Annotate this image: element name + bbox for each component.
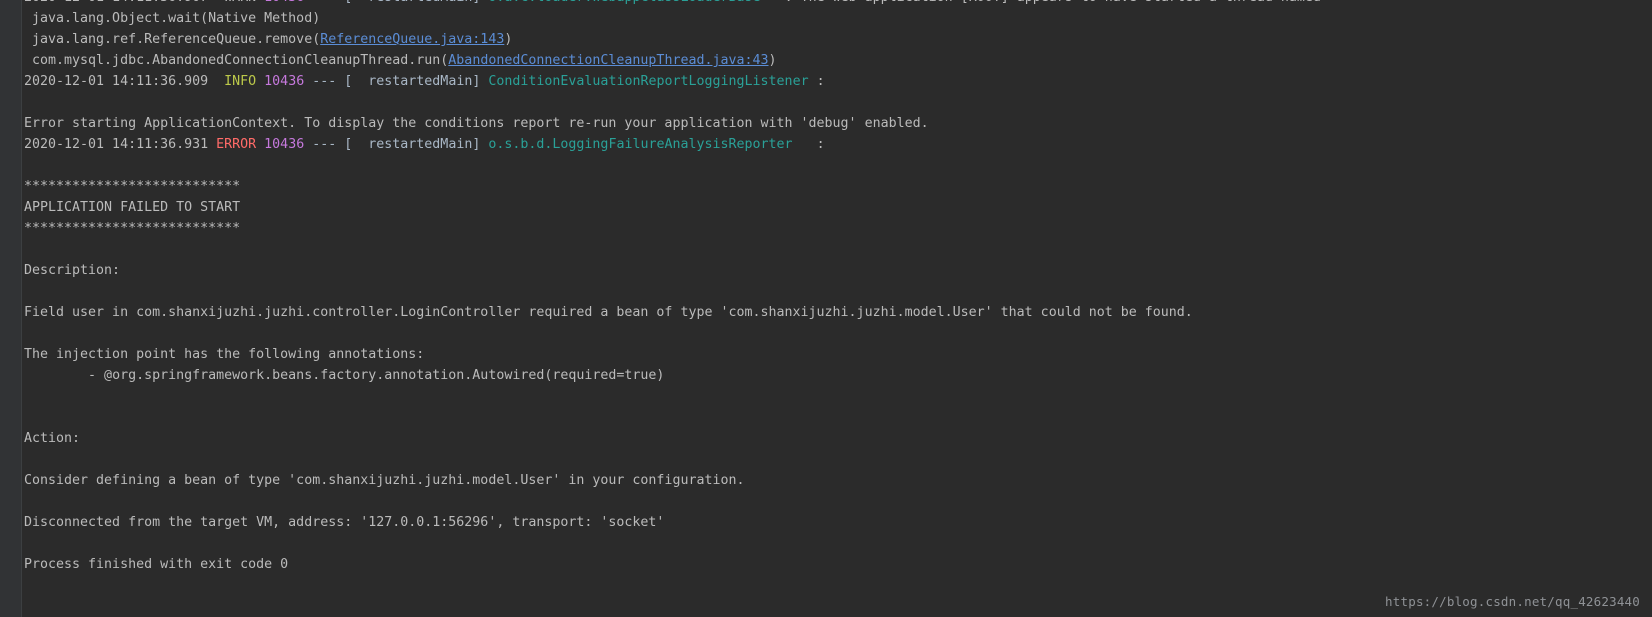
- line-banner-bottom: ***************************: [24, 218, 1652, 239]
- console-token: : The web application [ROOT] appears to …: [761, 0, 1321, 5]
- line-blank-4: [24, 281, 1652, 302]
- console-token: [24, 536, 32, 551]
- console-token: [24, 494, 32, 509]
- line-action-body: Consider defining a bean of type 'com.sh…: [24, 470, 1652, 491]
- console-output-panel[interactable]: 2020-12-01 14:11:36.907 WARN 10436 --- […: [0, 0, 1652, 617]
- watermark-url: https://blog.csdn.net/qq_42623440: [1385, 594, 1640, 609]
- line-banner-top: ***************************: [24, 176, 1652, 197]
- console-token: WARN: [208, 0, 264, 5]
- console-token: ]: [472, 137, 489, 152]
- line-blank-2: [24, 155, 1652, 176]
- console-token: Disconnected from the target VM, address…: [24, 515, 665, 530]
- console-token: [24, 284, 32, 299]
- line-annotation-autowired: - @org.springframework.beans.factory.ann…: [24, 365, 1652, 386]
- console-token: [24, 95, 32, 110]
- console-token: Consider defining a bean of type 'com.sh…: [24, 473, 745, 488]
- line-description-heading: Description:: [24, 260, 1652, 281]
- console-token: Process finished with exit code 0: [24, 557, 289, 572]
- line-blank-8: [24, 449, 1652, 470]
- console-token: --- [: [304, 137, 353, 152]
- console-token: ConditionEvaluationReportLoggingListener: [488, 74, 809, 89]
- console-token: [24, 410, 32, 425]
- console-token: Action:: [24, 431, 81, 446]
- line-blank-6: [24, 386, 1652, 407]
- console-token: 10436: [264, 137, 305, 152]
- line-stack-referencequeue: java.lang.ref.ReferenceQueue.remove(Refe…: [24, 29, 1652, 50]
- console-token: restartedMain: [352, 0, 472, 5]
- line-banner-title: APPLICATION FAILED TO START: [24, 197, 1652, 218]
- console-token: java.lang.Object.wait(Native Method): [24, 11, 321, 26]
- console-token: :: [808, 74, 825, 89]
- console-token: restartedMain: [352, 74, 473, 89]
- line-disconnected: Disconnected from the target VM, address…: [24, 512, 1652, 533]
- line-log-error-failure-analysis: 2020-12-01 14:11:36.931 ERROR 10436 --- …: [24, 134, 1652, 155]
- console-token: ***************************: [24, 221, 241, 236]
- console-token: Error starting ApplicationContext. To di…: [24, 116, 929, 131]
- console-token: --- [: [304, 0, 352, 5]
- line-blank-10: [24, 533, 1652, 554]
- line-warn-clipped: 2020-12-01 14:11:36.907 WARN 10436 --- […: [24, 0, 1652, 8]
- console-token: ]: [472, 74, 489, 89]
- line-error-starting-context: Error starting ApplicationContext. To di…: [24, 113, 1652, 134]
- console-token: 10436: [264, 74, 305, 89]
- console-token: com.mysql.jdbc.AbandonedConnectionCleanu…: [24, 53, 449, 68]
- console-token: [24, 158, 32, 173]
- line-blank-9: [24, 491, 1652, 512]
- console-token: o.s.b.d.LoggingFailureAnalysisReporter: [488, 137, 793, 152]
- console-token: The injection point has the following an…: [24, 347, 425, 362]
- console-token: [24, 452, 32, 467]
- console-token: restartedMain: [352, 137, 473, 152]
- line-action-heading: Action:: [24, 428, 1652, 449]
- line-stack-abandonedconnection: com.mysql.jdbc.AbandonedConnectionCleanu…: [24, 50, 1652, 71]
- line-blank-5: [24, 323, 1652, 344]
- console-token: - @org.springframework.beans.factory.ann…: [24, 368, 665, 383]
- line-injection-point: The injection point has the following an…: [24, 344, 1652, 365]
- line-blank-7: [24, 407, 1652, 428]
- console-gutter: [0, 0, 22, 617]
- stacktrace-link[interactable]: ReferenceQueue.java:143: [320, 32, 504, 47]
- console-token: :: [792, 137, 825, 152]
- line-blank-3: [24, 239, 1652, 260]
- line-blank-1: [24, 92, 1652, 113]
- console-token: INFO: [208, 74, 265, 89]
- console-token: ): [768, 53, 777, 68]
- console-token: ): [504, 32, 513, 47]
- console-token: 2020-12-01 14:11:36.907: [24, 0, 208, 5]
- console-token: Description:: [24, 263, 121, 278]
- console-token: ]: [472, 0, 488, 5]
- console-token: --- [: [304, 74, 353, 89]
- line-process-finished: Process finished with exit code 0: [24, 554, 1652, 575]
- console-token: o.a.c.loader.WebappClassLoaderBase: [488, 0, 760, 5]
- console-token: Field user in com.shanxijuzhi.juzhi.cont…: [24, 305, 1193, 320]
- console-token: [24, 326, 32, 341]
- console-token: 2020-12-01 14:11:36.909: [24, 74, 209, 89]
- console-token: [24, 389, 32, 404]
- stacktrace-link[interactable]: AbandonedConnectionCleanupThread.java:43: [448, 53, 768, 68]
- console-token: 2020-12-01 14:11:36.931: [24, 137, 209, 152]
- console-token: [24, 242, 32, 257]
- console-token: ERROR: [208, 137, 265, 152]
- console-token: 10436: [264, 0, 304, 5]
- line-description-body: Field user in com.shanxijuzhi.juzhi.cont…: [24, 302, 1652, 323]
- line-log-info-condition-report: 2020-12-01 14:11:36.909 INFO 10436 --- […: [24, 71, 1652, 92]
- console-token: java.lang.ref.ReferenceQueue.remove(: [24, 32, 321, 47]
- console-line-list: 2020-12-01 14:11:36.907 WARN 10436 --- […: [24, 0, 1652, 575]
- line-stack-object-wait: java.lang.Object.wait(Native Method): [24, 8, 1652, 29]
- console-token: APPLICATION FAILED TO START: [24, 200, 241, 215]
- console-token: ***************************: [24, 179, 241, 194]
